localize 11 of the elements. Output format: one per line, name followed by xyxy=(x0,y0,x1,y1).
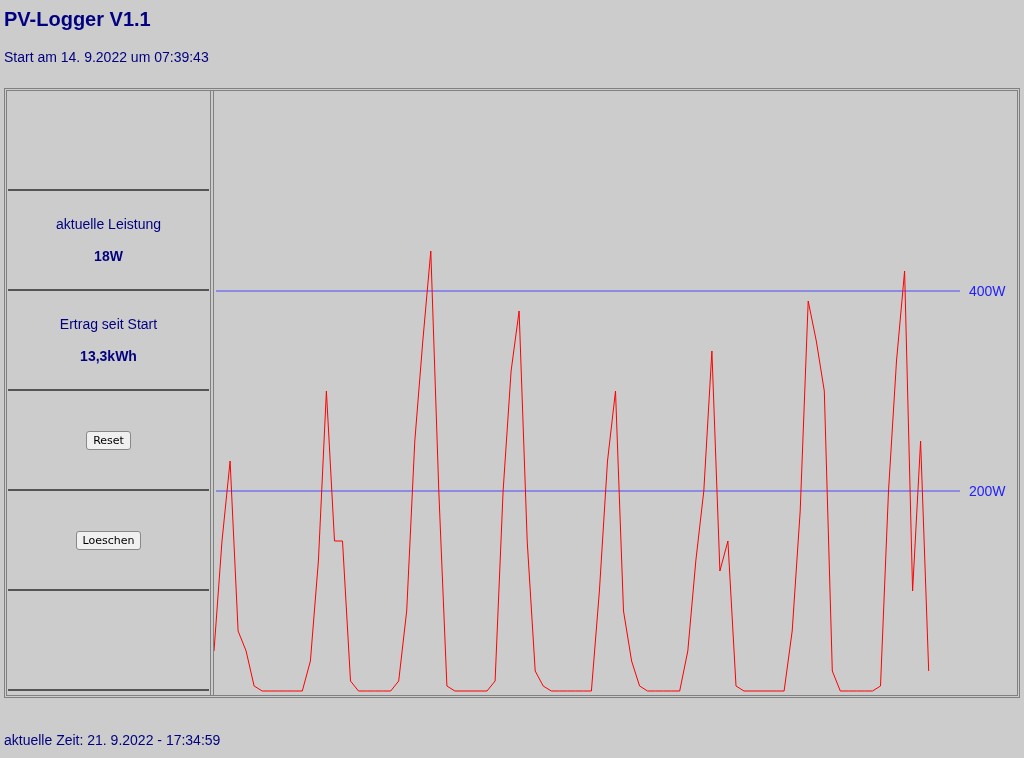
page-title: PV-Logger V1.1 xyxy=(4,7,152,32)
reading-value: 18W xyxy=(94,248,123,264)
start-time: Start am 14. 9.2022 um 07:39:43 xyxy=(4,48,210,66)
reading-label: aktuelle Leistung xyxy=(55,216,162,232)
current-time: aktuelle Zeit: 21. 9.2022 - 17:34:59 xyxy=(4,732,222,748)
action-button[interactable]: Reset xyxy=(86,430,131,450)
reading-label: Ertrag seit Start xyxy=(59,316,158,332)
action-button[interactable]: Loeschen xyxy=(75,530,142,550)
reading-value: 13,3kWh xyxy=(80,348,137,364)
axis-label: 200W xyxy=(969,483,1006,499)
axis-label: 400W xyxy=(969,283,1006,299)
